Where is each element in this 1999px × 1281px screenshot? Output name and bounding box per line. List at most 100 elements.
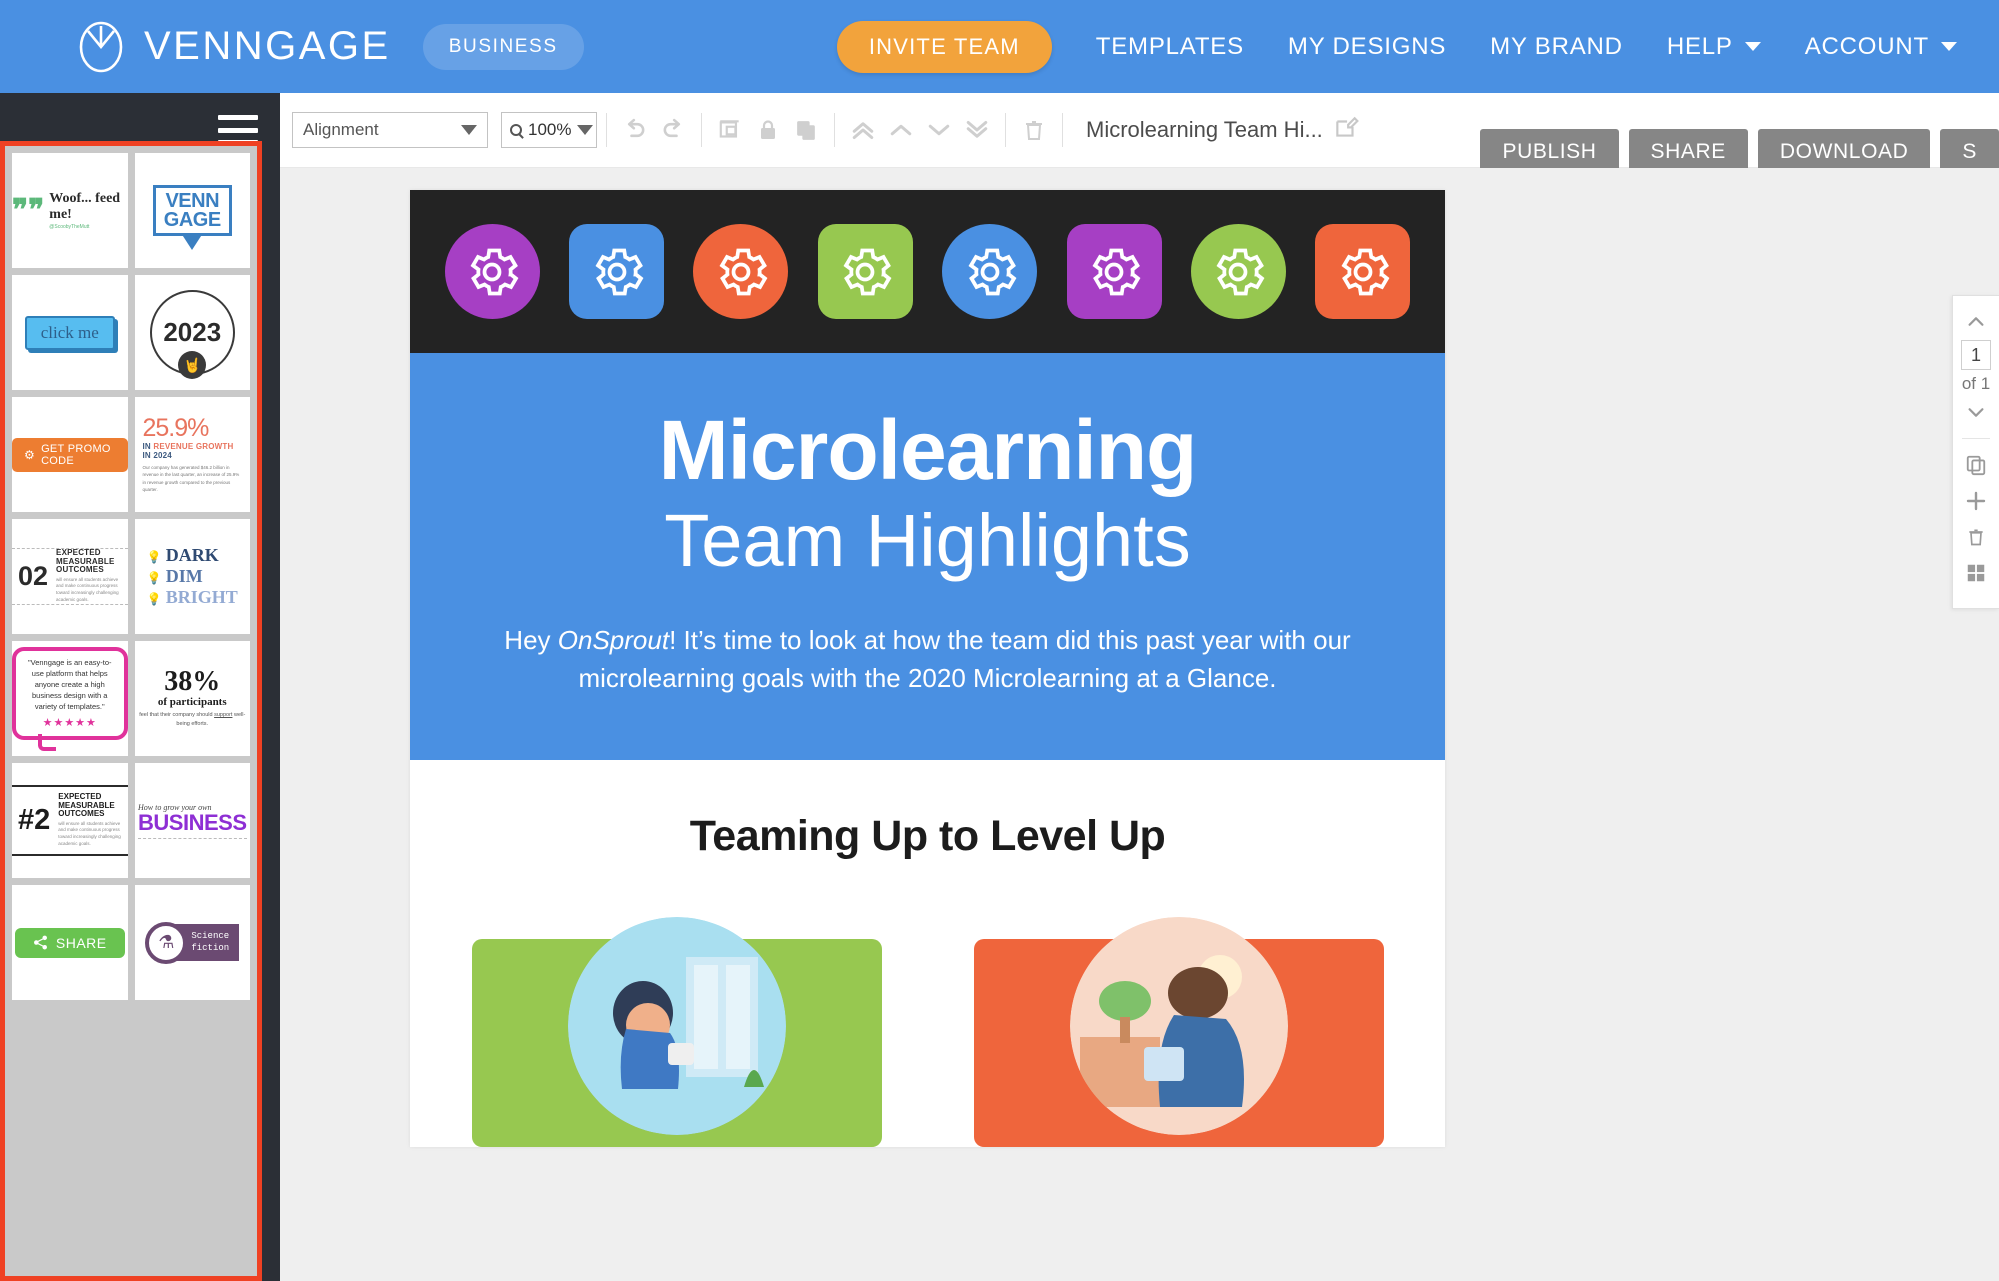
outcome-label: EXPECTED MEASURABLE OUTCOMES <box>56 548 115 575</box>
page-number-input[interactable]: 1 <box>1961 340 1991 370</box>
venn-line-2: GAGE <box>163 208 221 231</box>
thumbnail-grow-business[interactable]: How to grow your own BUSINESS <box>134 763 250 878</box>
thumbnail-revenue-stat[interactable]: 25.9% IN REVENUE GROWTH IN 2024 Our comp… <box>134 397 250 512</box>
thumbnail-venngage-pin[interactable]: VENN GAGE <box>134 153 250 268</box>
stat-mid-label: of participants <box>157 696 227 709</box>
nav-item-help[interactable]: HELP <box>1667 33 1761 61</box>
illustration-bubble <box>567 916 786 1135</box>
thumbnail-outcome-02[interactable]: 02 EXPECTED MEASURABLE OUTCOMES will ens… <box>12 519 128 634</box>
gear-icon <box>595 248 644 295</box>
section-heading: Teaming Up to Level Up <box>689 811 1166 860</box>
alignment-select-label: Alignment <box>303 120 379 139</box>
template-thumbnails-grid: ❞❞ Woof... feed me! @ScoobyTheMutt VENN … <box>5 146 257 1007</box>
gear-tile-4[interactable] <box>817 224 913 319</box>
nav-item-templates[interactable]: TEMPLATES <box>1096 33 1244 61</box>
search-icon <box>510 124 522 136</box>
thumbnail-outcome-h2[interactable]: #2 EXPECTED MEASURABLE OUTCOMES will ens… <box>12 763 128 878</box>
redo-icon[interactable] <box>654 111 692 149</box>
gear-tile-1[interactable] <box>444 224 540 319</box>
share-icon <box>33 935 47 950</box>
canvas-area[interactable]: Microlearning Team Highlights Hey OnSpro… <box>280 168 1999 1281</box>
gear-tile-7[interactable] <box>1190 224 1286 319</box>
page-navigation-rail: 1 of 1 <box>1952 295 1999 609</box>
document-title[interactable]: Microlearning Team Hi... <box>1086 117 1323 143</box>
divider <box>138 837 247 839</box>
revenue-sub-tail: IN 2024 <box>142 451 172 461</box>
duplicate-page-icon[interactable] <box>1958 447 1994 483</box>
nav-item-account-label: ACCOUNT <box>1804 32 1929 60</box>
hero-body-part-a: Hey <box>504 624 558 655</box>
hero-title-light: Team Highlights <box>664 499 1191 582</box>
thumbnail-promo-code[interactable]: ⚙ GET PROMO CODE <box>12 397 128 512</box>
revenue-big-number: 25.9% <box>142 414 210 443</box>
alignment-select[interactable]: Alignment <box>292 112 488 148</box>
thumbnail-stat-38[interactable]: 38% of participants feel that their comp… <box>134 641 250 756</box>
outcome-h2-number: #2 <box>18 803 51 836</box>
outcome-number: 02 <box>18 560 49 591</box>
undo-icon[interactable] <box>616 111 654 149</box>
add-page-icon[interactable] <box>1958 483 1994 519</box>
ddb-row-1: DARK <box>165 545 219 566</box>
zoom-select[interactable]: 100% <box>501 112 597 148</box>
ddb-row-2: DIM <box>165 566 203 587</box>
nav-item-account[interactable]: ACCOUNT <box>1805 33 1957 61</box>
hero-body-emphasis: OnSprout <box>557 624 670 655</box>
delete-page-icon[interactable] <box>1958 519 1994 555</box>
gear-icon <box>1341 248 1390 295</box>
stat-small-a: feel that their company should <box>139 712 215 719</box>
thumbnail-science-fiction[interactable]: ⚗ Science fiction <box>134 885 250 1000</box>
invite-team-button[interactable]: INVITE TEAM <box>836 20 1052 73</box>
brand-name: VENNGAGE <box>144 24 391 68</box>
divider <box>834 113 835 147</box>
promo-label: GET PROMO CODE <box>41 442 111 467</box>
hero-title-bold: Microlearning <box>658 403 1198 497</box>
left-sidebar: ❞❞ Woof... feed me! @ScoobyTheMutt VENN … <box>0 93 280 1281</box>
design-page[interactable]: Microlearning Team Highlights Hey OnSpro… <box>410 190 1445 1147</box>
stat-small-underlined: support <box>214 712 233 719</box>
grid-view-icon[interactable] <box>1958 555 1994 591</box>
chevron-up-icon[interactable] <box>1958 304 1994 340</box>
edit-title-icon[interactable] <box>1333 115 1359 146</box>
gear-icon <box>470 248 519 295</box>
thumbnail-year-2023[interactable]: 2023 🤘 <box>134 275 250 390</box>
gear-tile-8[interactable] <box>1315 224 1411 319</box>
bulb-icon: 💡 <box>146 550 162 565</box>
stat-big-number: 38% <box>164 666 221 698</box>
send-to-back-icon[interactable] <box>958 111 996 149</box>
gear-tile-6[interactable] <box>1066 224 1162 319</box>
editor-toolbar: Alignment 100% Microlearning Team Hi... … <box>280 93 1999 175</box>
gear-icon <box>1092 248 1141 295</box>
group-icon[interactable] <box>711 111 749 149</box>
nav-links-group: INVITE TEAM TEMPLATES MY DESIGNS MY BRAN… <box>836 20 1957 73</box>
lock-icon[interactable] <box>749 111 787 149</box>
hero-section[interactable]: Microlearning Team Highlights Hey OnSpro… <box>410 353 1445 760</box>
bring-to-front-icon[interactable] <box>844 111 882 149</box>
gear-tile-2[interactable] <box>569 224 665 319</box>
illustration-left[interactable] <box>471 916 882 1147</box>
gear-icon <box>719 248 768 295</box>
template-thumbnails-panel[interactable]: ❞❞ Woof... feed me! @ScoobyTheMutt VENN … <box>0 141 262 1281</box>
divider <box>1062 113 1063 147</box>
delete-icon[interactable] <box>1015 111 1053 149</box>
chevron-down-icon <box>1941 42 1957 51</box>
thumbnail-testimonial[interactable]: "Venngage is an easy-to-use platform tha… <box>12 641 128 756</box>
illustration-right[interactable] <box>973 916 1384 1147</box>
gear-icon: ⚙ <box>24 447 36 462</box>
brand-logo[interactable]: VENNGAGE <box>78 21 391 73</box>
bring-forward-icon[interactable] <box>882 111 920 149</box>
gear-icon <box>843 248 892 295</box>
send-backward-icon[interactable] <box>920 111 958 149</box>
chevron-down-icon[interactable] <box>1958 394 1994 430</box>
nav-item-my-designs[interactable]: MY DESIGNS <box>1288 33 1446 61</box>
nav-item-my-brand[interactable]: MY BRAND <box>1490 33 1623 61</box>
thumbnail-dark-dim-bright[interactable]: 💡 DARK 💡 DIM 💡 BRIGHT <box>134 519 250 634</box>
gear-tile-3[interactable] <box>693 224 789 319</box>
duplicate-icon[interactable] <box>787 111 825 149</box>
bulb-icon: 💡 <box>146 591 162 606</box>
teaming-section[interactable]: Teaming Up to Level Up <box>410 759 1445 1147</box>
thumbnail-quote-woof[interactable]: ❞❞ Woof... feed me! @ScoobyTheMutt <box>12 153 128 268</box>
thumbnail-share-button[interactable]: SHARE <box>12 885 128 1000</box>
thumbnail-click-me[interactable]: click me <box>12 275 128 390</box>
gear-tile-5[interactable] <box>942 224 1038 319</box>
thumbnail-title: Woof... feed me! <box>49 191 121 222</box>
